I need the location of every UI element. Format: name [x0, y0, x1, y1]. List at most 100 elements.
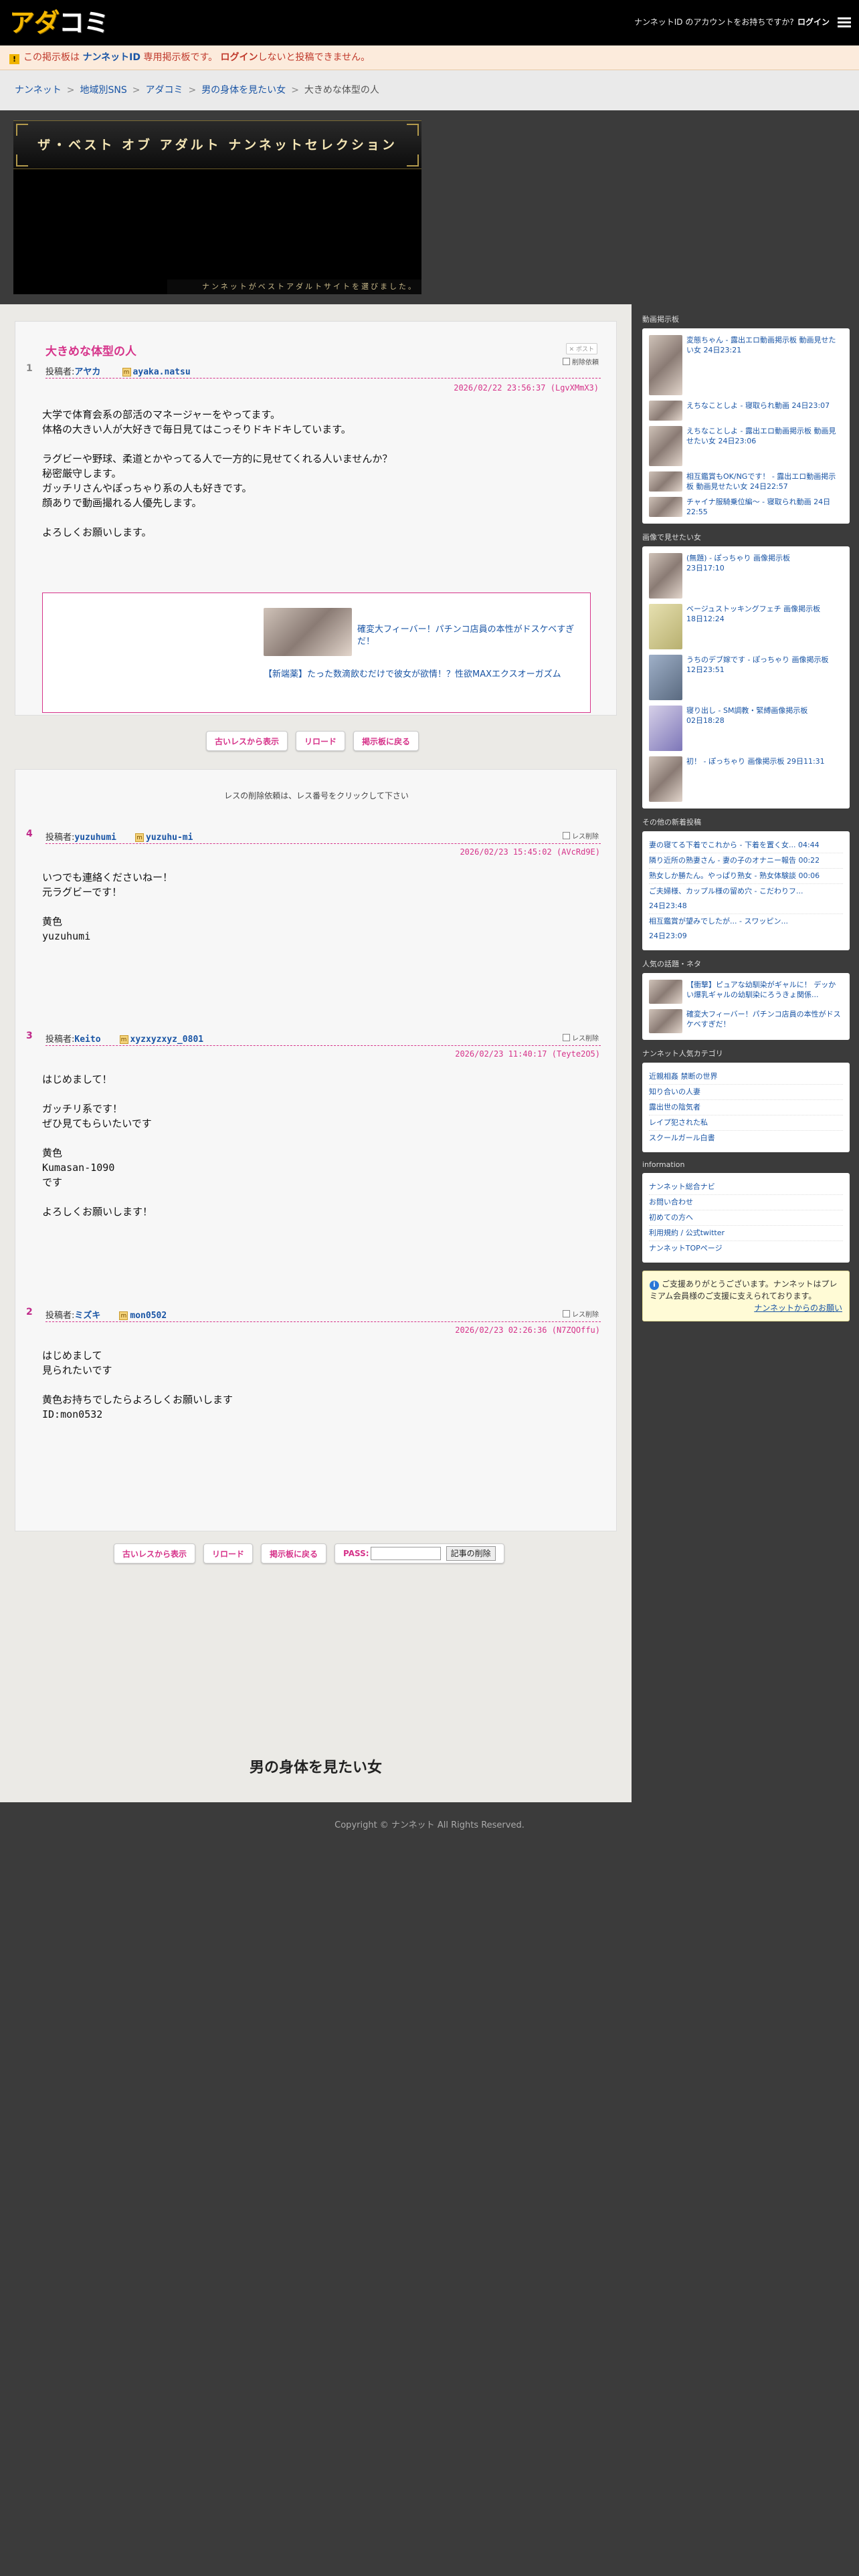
list-item[interactable]: 相互鑑賞が望みでしたが... - スワッピン... 24日23:09 — [649, 914, 843, 944]
poster-id[interactable]: xyzxyzxyz_0801 — [130, 1035, 204, 1045]
info-link[interactable]: ナンネット総合ナビ — [649, 1180, 843, 1195]
reply-number[interactable]: 4 — [26, 829, 33, 839]
thumbnail[interactable] — [649, 980, 682, 1004]
list-item[interactable]: 【衝撃】ピュアな幼馴染がギャルに！ デッかい爆乳ギャルの幼馴染にろうきょ関係..… — [649, 980, 843, 1004]
checkbox[interactable] — [563, 832, 570, 839]
thumbnail[interactable] — [649, 335, 682, 395]
list-item[interactable]: 確変大フィーバー！パチンコ店員の本性がドスケベすぎだ！ — [649, 1009, 843, 1033]
breadcrumb-link[interactable]: 男の身体を見たい女 — [201, 85, 286, 96]
member-icon: m — [122, 368, 131, 377]
category-link[interactable]: 知り合いの人妻 — [649, 1085, 843, 1100]
ad-banner[interactable]: ザ・ベスト オブ アダルト ナンネットセレクション ナンネットがベストアダルトサ… — [13, 120, 421, 294]
ornament-icon — [16, 124, 28, 136]
reply-delete[interactable]: レス削除 — [563, 1033, 599, 1043]
list-item[interactable]: チャイナ服騎乗位編〜 - 寝取られ動画 24日22:55 — [649, 497, 843, 517]
pass-input[interactable] — [370, 1547, 441, 1560]
poster-name[interactable]: アヤカ — [74, 367, 100, 377]
poster-id[interactable]: mon0502 — [130, 1311, 167, 1321]
support-link[interactable]: ナンネットからのお願い — [754, 1303, 842, 1313]
copyright: Copyright © ナンネット All Rights Reserved. — [335, 1820, 524, 1830]
thumbnail[interactable] — [649, 471, 682, 492]
reply-delete[interactable]: レス削除 — [563, 1309, 599, 1319]
category-link[interactable]: 近親相姦 禁断の世界 — [649, 1069, 843, 1085]
section-title: ナンネット人気カテゴリ — [642, 1049, 723, 1058]
info-link[interactable]: 初めての方へ — [649, 1210, 843, 1226]
poster-name[interactable]: Keito — [74, 1035, 100, 1045]
thumbnail[interactable] — [649, 655, 682, 700]
info-link[interactable]: お問い合わせ — [649, 1195, 843, 1210]
popular-topics: 【衝撃】ピュアな幼馴染がギャルに！ デッかい爆乳ギャルの幼馴染にろうきょ関係..… — [642, 973, 850, 1040]
category-link[interactable]: レイプ犯された私 — [649, 1115, 843, 1131]
section-title: 画像で見せたい女 — [642, 533, 701, 542]
reply-delete[interactable]: レス削除 — [563, 831, 599, 841]
info-link[interactable]: ナンネットTOPページ — [649, 1241, 843, 1256]
back-to-board-button[interactable]: 掲示板に戻る — [353, 731, 419, 751]
hamburger-menu-icon[interactable] — [838, 17, 851, 28]
breadcrumb-link[interactable]: 地域別SNS — [80, 85, 126, 96]
poster-id[interactable]: ayaka.natsu — [133, 367, 191, 377]
info-list: ナンネット総合ナビ お問い合わせ 初めての方へ 利用規約 / 公式twitter… — [642, 1173, 850, 1263]
list-item[interactable]: 隣り近所の熟妻さん - 妻の子のオナニー報告 00:22 — [649, 853, 843, 869]
reload-button[interactable]: リロード — [296, 731, 346, 751]
ad-box: 確変大フィーバー！パチンコ店員の本性がドスケベすぎだ！ 【新端薬】たった数滴飲む… — [42, 593, 591, 713]
info-link[interactable]: 利用規約 / 公式twitter — [649, 1226, 843, 1241]
poster-id[interactable]: yuzuhu-mi — [146, 833, 193, 843]
replies-note: レスの削除依頼は、レス番号をクリックして下さい — [224, 791, 409, 800]
category-link[interactable]: 露出世の陰気者 — [649, 1100, 843, 1115]
ad-link[interactable]: 【新端薬】たった数滴飲むだけで彼女が欲情！？性欲MAXエクスオーガズム — [264, 668, 578, 681]
site-logo[interactable]: アダコミ — [9, 9, 109, 37]
reply-number[interactable]: 2 — [26, 1307, 33, 1317]
old-order-button[interactable]: 古いレスから表示 — [114, 1543, 196, 1564]
list-item[interactable]: えちなことしよ - 露出エロ動画掲示板 動画見せたい女 24日23:06 — [649, 426, 843, 466]
delete-post-button[interactable]: 記事の削除 — [446, 1546, 496, 1561]
list-item[interactable]: うちのデブ嫁です - ぽっちゃり 画像掲示板 12日23:51 — [649, 655, 843, 700]
ornament-icon — [407, 124, 419, 136]
board-title[interactable]: 男の身体を見たい女 — [0, 1755, 632, 1777]
thumbnail[interactable] — [649, 604, 682, 649]
reply-body: はじめまして 見られたいです 黄色お持ちでしたらよろしくお願いします ID:mo… — [42, 1350, 233, 1420]
list-item[interactable]: 初！ - ぽっちゃり 画像掲示板 29日11:31 — [649, 756, 843, 802]
list-item[interactable]: 寝り出し - SM調教・緊縛画像掲示板 02日18:28 — [649, 706, 843, 751]
poster-name[interactable]: ミズキ — [74, 1311, 100, 1321]
section-title: その他の新着投稿 — [642, 818, 701, 827]
share-button[interactable]: ✕ ポスト — [565, 343, 597, 354]
checkbox[interactable] — [563, 1310, 570, 1317]
list-item[interactable]: 熟女しか勝たん。やっぱり熟女 - 熟女体験談 00:06 — [649, 869, 843, 884]
poster-name[interactable]: yuzuhumi — [74, 833, 116, 843]
thumbnail[interactable] — [649, 1009, 682, 1033]
thumbnail[interactable] — [649, 401, 682, 421]
breadcrumb-link[interactable]: ナンネット — [15, 85, 62, 96]
account-question: ナンネットID のアカウントをお持ちですか? — [634, 17, 794, 27]
checkbox[interactable] — [563, 1034, 570, 1041]
list-item[interactable]: えちなことしよ - 寝取られ動画 24日23:07 — [649, 401, 843, 421]
list-item[interactable]: 相互鑑賞もOK/NGです！ - 露出エロ動画掲示板 動画見せたい女 24日22:… — [649, 471, 843, 492]
category-list: 近親相姦 禁断の世界 知り合いの人妻 露出世の陰気者 レイプ犯された私 スクール… — [642, 1063, 850, 1152]
banner-subtitle: ナンネットがベストアダルトサイトを選びました。 — [167, 280, 421, 294]
ornament-icon — [407, 154, 419, 167]
notice-login-link[interactable]: ログイン — [221, 52, 258, 63]
category-link[interactable]: スクールガール白書 — [649, 1131, 843, 1146]
post-number[interactable]: 1 — [26, 363, 33, 374]
back-to-board-button[interactable]: 掲示板に戻る — [261, 1543, 327, 1564]
breadcrumb-link[interactable]: アダコミ — [145, 85, 183, 96]
thumbnail[interactable] — [649, 756, 682, 802]
ad-link[interactable]: 確変大フィーバー！パチンコ店員の本性がドスケベすぎだ！ — [357, 624, 578, 648]
thumbnail[interactable] — [649, 497, 682, 517]
ad-thumbnail[interactable] — [264, 608, 352, 656]
list-item[interactable]: ご夫婦様、カップル様の留め穴 - こだわりフ... 24日23:48 — [649, 884, 843, 914]
thumbnail[interactable] — [649, 426, 682, 466]
old-order-button[interactable]: 古いレスから表示 — [206, 731, 288, 751]
list-item[interactable]: 妻の寝てる下着でこれから - 下着を置く女... 04:44 — [649, 838, 843, 853]
list-item[interactable]: 変態ちゃん - 露出エロ動画掲示板 動画見せたい女 24日23:21 — [649, 335, 843, 395]
bottom-buttons: 古いレスから表示 リロード 掲示板に戻る PASS: 記事の削除 — [114, 1543, 504, 1564]
login-link[interactable]: ログイン — [797, 16, 830, 27]
reload-button[interactable]: リロード — [203, 1543, 254, 1564]
thumbnail[interactable] — [649, 553, 682, 599]
thread-buttons: 古いレスから表示 リロード 掲示板に戻る — [206, 731, 419, 751]
list-item[interactable]: (無題) - ぽっちゃり 画像掲示板 23日17:10 — [649, 553, 843, 599]
thumbnail[interactable] — [649, 706, 682, 751]
post-date: 2026/02/22 23:56:37 (LgvXMmX3) — [454, 383, 599, 393]
list-item[interactable]: ベージュストッキングフェチ 画像掲示板 18日12:24 — [649, 604, 843, 649]
reply-number[interactable]: 3 — [26, 1031, 33, 1041]
info-icon: i — [650, 1281, 659, 1290]
